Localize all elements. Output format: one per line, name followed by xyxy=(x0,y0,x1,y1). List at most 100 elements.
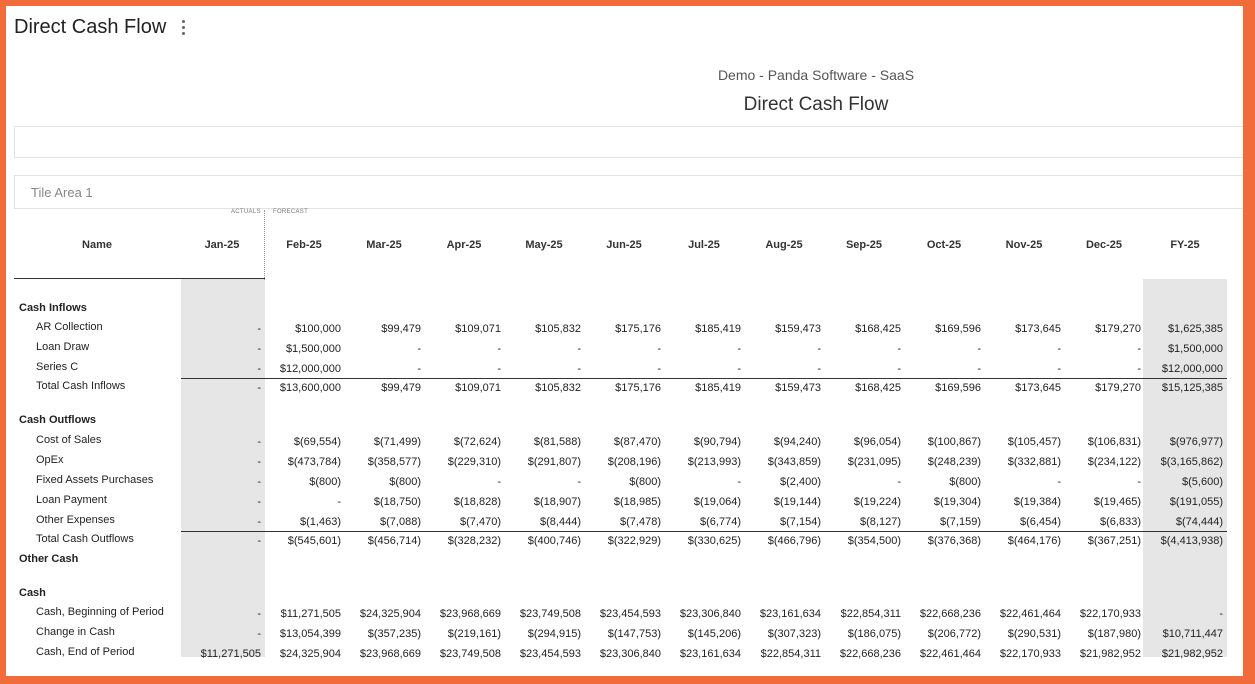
row-label: OpEx xyxy=(36,454,64,466)
table-cell: $(72,624) xyxy=(453,436,501,448)
table-cell: $1,500,000 xyxy=(1167,343,1223,355)
table-cell: $(94,240) xyxy=(773,436,821,448)
table-cell: $(229,310) xyxy=(447,456,501,468)
row-label: Cash Inflows xyxy=(19,302,87,314)
table-cell: - xyxy=(257,608,261,620)
table-row[interactable]: Cost of Sales - $(69,554) $(71,499) $(72,624… xyxy=(14,434,1229,454)
name-column-header[interactable]: Name xyxy=(57,239,137,251)
table-cell: $(69,554) xyxy=(293,436,341,448)
table-cell: $(545,601) xyxy=(287,535,341,547)
table-cell: - xyxy=(257,363,261,375)
table-cell: $13,600,000 xyxy=(279,382,341,394)
table-cell: - xyxy=(657,343,661,355)
column-header[interactable]: Jan-25 xyxy=(182,239,262,251)
table-cell: $(400,746) xyxy=(527,535,581,547)
row-label: Total Cash Outflows xyxy=(36,533,134,545)
row-label: Total Cash Inflows xyxy=(36,380,126,392)
table-cell: $(19,304) xyxy=(933,496,981,508)
table-cell: - xyxy=(257,496,261,508)
table-cell: $168,425 xyxy=(855,323,901,335)
table-cell: $22,461,464 xyxy=(919,648,981,660)
table-cell: $21,982,952 xyxy=(1079,648,1141,660)
table-row[interactable]: Change in Cash - $13,054,399 $(357,235) $(21… xyxy=(14,626,1229,646)
table-row[interactable]: Loan Draw - $1,500,000 - - - - - - - - - - $1,500,000 xyxy=(14,341,1229,361)
column-header[interactable]: Dec-25 xyxy=(1064,239,1144,251)
table-cell: $23,161,634 xyxy=(679,648,741,660)
column-header[interactable]: Aug-25 xyxy=(744,239,824,251)
table-cell: $109,071 xyxy=(455,382,501,394)
table-cell: - xyxy=(897,363,901,375)
table-cell: $(4,413,938) xyxy=(1160,535,1223,547)
section-row[interactable]: Cash xyxy=(14,587,1229,607)
table-cell: $(800) xyxy=(949,476,981,488)
row-label: Change in Cash xyxy=(36,626,115,638)
table-cell: $(186,075) xyxy=(847,628,901,640)
page-title: Direct Cash Flow xyxy=(14,16,167,38)
row-label: Loan Payment xyxy=(36,494,107,506)
table-row[interactable]: OpEx - $(473,784) $(358,577) $(229,310) $(291… xyxy=(14,454,1229,474)
table-cell: - xyxy=(417,363,421,375)
table-cell: - xyxy=(257,436,261,448)
section-row[interactable]: Other Cash xyxy=(14,553,1229,573)
table-cell: - xyxy=(1137,363,1141,375)
table-cell: $(248,239) xyxy=(927,456,981,468)
table-cell: $(1,463) xyxy=(300,516,341,528)
table-cell: $(71,499) xyxy=(373,436,421,448)
table-cell: $22,170,933 xyxy=(1079,608,1141,620)
table-cell: - xyxy=(657,363,661,375)
table-cell: $169,596 xyxy=(935,323,981,335)
column-header[interactable]: Jun-25 xyxy=(584,239,664,251)
kebab-menu-icon[interactable] xyxy=(178,18,188,38)
section-row[interactable]: Cash Inflows xyxy=(14,302,1229,322)
row-label: Cash, Beginning of Period xyxy=(36,606,164,618)
row-label: Loan Draw xyxy=(36,341,90,353)
table-row[interactable]: Fixed Assets Purchases - $(800) $(800) - - $(8… xyxy=(14,474,1229,494)
section-row[interactable]: Cash Outflows xyxy=(14,414,1229,434)
tile-area[interactable]: Tile Area 1 xyxy=(14,175,1243,209)
column-header[interactable]: FY-25 xyxy=(1145,239,1225,251)
column-header[interactable]: Apr-25 xyxy=(424,239,504,251)
table-cell: $12,000,000 xyxy=(279,363,341,375)
table-cell: - xyxy=(737,343,741,355)
dashboard-frame: Direct Cash Flow Demo - Panda Software -… xyxy=(6,6,1243,676)
table-cell: $(290,531) xyxy=(1007,628,1061,640)
column-header[interactable]: Mar-25 xyxy=(344,239,424,251)
table-cell: $(332,881) xyxy=(1007,456,1061,468)
empty-tile xyxy=(14,126,1243,158)
row-label: Cash, End of Period xyxy=(36,646,135,658)
table-cell: $23,454,593 xyxy=(599,608,661,620)
table-cell: - xyxy=(257,516,261,528)
table-row[interactable]: AR Collection - $100,000 $99,479 $109,071 $10… xyxy=(14,321,1229,341)
table-row[interactable]: Cash, Beginning of Period - $11,271,505 $24… xyxy=(14,606,1229,626)
table-cell: $13,054,399 xyxy=(279,628,341,640)
actuals-label: ACTUALS xyxy=(231,209,261,215)
table-cell: $(100,867) xyxy=(927,436,981,448)
total-row[interactable]: Total Cash Inflows - $13,600,000 $99,479 $10… xyxy=(14,380,1229,400)
table-cell: - xyxy=(337,496,341,508)
table-cell: $1,625,385 xyxy=(1167,323,1223,335)
table-cell: - xyxy=(257,456,261,468)
column-header[interactable]: Jul-25 xyxy=(664,239,744,251)
table-cell: $24,325,904 xyxy=(279,648,341,660)
table-cell: $105,832 xyxy=(535,323,581,335)
table-cell: $21,982,952 xyxy=(1161,648,1223,660)
table-cell: $(6,833) xyxy=(1100,516,1141,528)
table-cell: $159,473 xyxy=(775,382,821,394)
table-cell: $(7,088) xyxy=(380,516,421,528)
column-header[interactable]: May-25 xyxy=(504,239,584,251)
table-cell: - xyxy=(417,343,421,355)
table-cell: $(473,784) xyxy=(287,456,341,468)
column-header[interactable]: Sep-25 xyxy=(824,239,904,251)
table-cell: $24,325,904 xyxy=(359,608,421,620)
total-row[interactable]: Total Cash Outflows - $(545,601) $(456,714)… xyxy=(14,533,1229,553)
table-row[interactable]: Loan Payment - - $(18,750) $(18,828) $(18,907… xyxy=(14,494,1229,514)
column-header[interactable]: Feb-25 xyxy=(264,239,344,251)
table-cell: $(19,064) xyxy=(693,496,741,508)
column-header[interactable]: Nov-25 xyxy=(984,239,1064,251)
table-cell: $(322,929) xyxy=(607,535,661,547)
column-header[interactable]: Oct-25 xyxy=(904,239,984,251)
table-cell: $12,000,000 xyxy=(1161,363,1223,375)
table-cell: $(187,980) xyxy=(1087,628,1141,640)
table-row[interactable]: Cash, End of Period $11,271,505 $24,325,90… xyxy=(14,646,1229,666)
table-cell: $(367,251) xyxy=(1087,535,1141,547)
